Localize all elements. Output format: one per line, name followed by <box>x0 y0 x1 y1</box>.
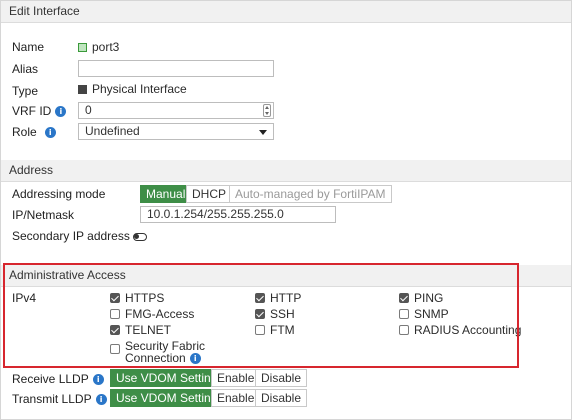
vrf-id-input[interactable]: 0 <box>78 102 274 119</box>
number-stepper-icon[interactable] <box>263 104 271 117</box>
transmit-lldp-label: Transmit LLDP i <box>12 391 107 407</box>
port-icon <box>78 43 87 52</box>
mode-manual-button[interactable]: Manual <box>140 185 192 203</box>
secondary-ip-label: Secondary IP address <box>12 228 147 244</box>
highlight-box <box>3 263 519 368</box>
receive-lldp-enable-button[interactable]: Enable <box>211 369 261 387</box>
vrf-id-value: 0 <box>85 103 92 117</box>
role-text: Role <box>12 125 37 139</box>
info-icon[interactable]: i <box>95 394 107 406</box>
secondary-ip-toggle[interactable] <box>132 232 147 241</box>
type-value: Physical Interface <box>78 81 187 97</box>
ip-netmask-label: IP/Netmask <box>12 208 75 222</box>
mode-dhcp-button[interactable]: DHCP <box>186 185 233 203</box>
vrf-id-text: VRF ID <box>12 104 52 118</box>
alias-input[interactable] <box>78 60 274 77</box>
receive-lldp-label: Receive LLDP i <box>12 371 104 387</box>
physical-interface-icon <box>78 85 87 94</box>
port-name: port3 <box>92 40 120 54</box>
name-label: Name <box>12 40 45 54</box>
info-icon[interactable]: i <box>92 374 104 386</box>
role-value: Undefined <box>85 124 140 138</box>
secondary-ip-text: Secondary IP address <box>12 229 130 243</box>
mode-fortiipam-button[interactable]: Auto-managed by FortiIPAM <box>229 185 392 203</box>
receive-lldp-text: Receive LLDP <box>12 372 89 386</box>
vrf-id-label: VRF ID i <box>12 103 67 119</box>
receive-lldp-disable-button[interactable]: Disable <box>255 369 308 387</box>
info-icon[interactable]: i <box>55 106 67 118</box>
alias-label: Alias <box>12 62 39 76</box>
address-section-header: Address <box>1 160 571 182</box>
name-value: port3 <box>78 39 119 55</box>
ip-netmask-input[interactable]: 10.0.1.254/255.255.255.0 <box>140 206 336 223</box>
transmit-lldp-text: Transmit LLDP <box>12 392 92 406</box>
type-text: Physical Interface <box>92 82 187 96</box>
role-select[interactable]: Undefined <box>78 123 274 140</box>
panel-header: Edit Interface <box>1 1 571 23</box>
type-label: Type <box>12 84 39 98</box>
addressing-mode-label: Addressing mode <box>12 187 106 201</box>
transmit-lldp-disable-button[interactable]: Disable <box>255 389 308 407</box>
page-title: Edit Interface <box>9 4 80 18</box>
transmit-lldp-vdom-button[interactable]: Use VDOM Setting <box>110 389 224 407</box>
chevron-down-icon <box>259 130 267 135</box>
receive-lldp-vdom-button[interactable]: Use VDOM Setting <box>110 369 224 387</box>
info-icon[interactable]: i <box>44 127 56 139</box>
address-section-title: Address <box>9 163 54 177</box>
role-label: Role i <box>12 124 56 140</box>
transmit-lldp-enable-button[interactable]: Enable <box>211 389 261 407</box>
